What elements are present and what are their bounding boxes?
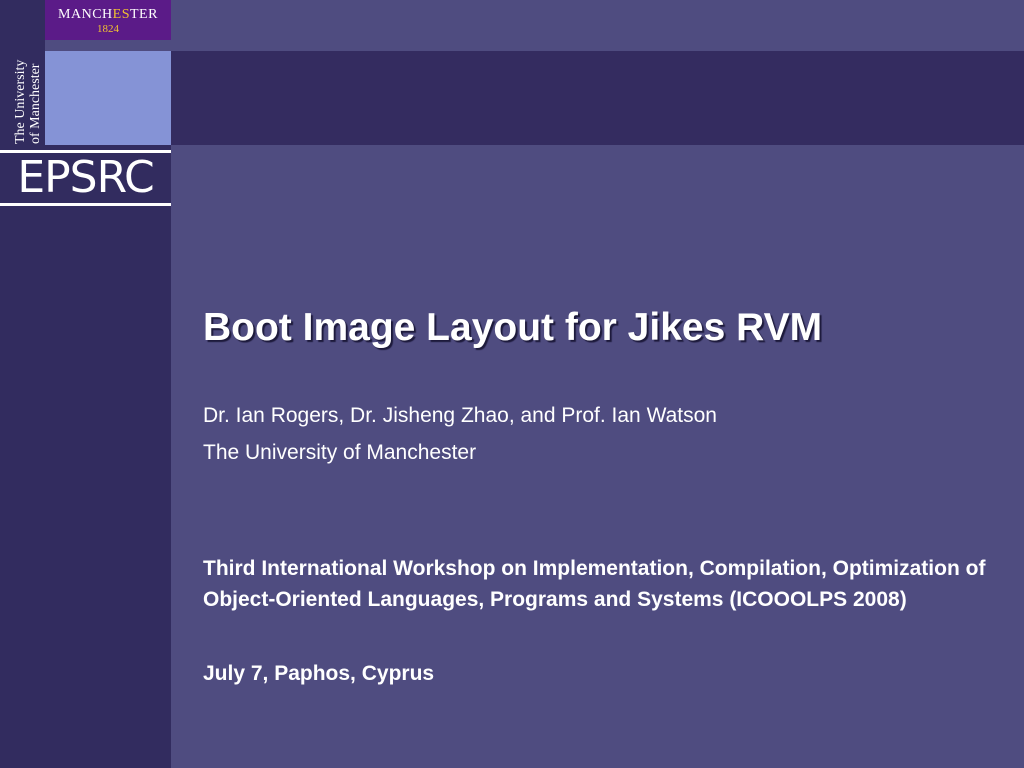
university-vertical-wordmark: The University of Manchester (8, 40, 44, 145)
header-band (171, 51, 1024, 145)
university-line2: of Manchester (28, 63, 43, 144)
epsrc-logo-text: EPSRC (17, 152, 154, 203)
workshop-name: Third International Workshop on Implemen… (203, 557, 986, 611)
manchester-logo-year: 1824 (97, 23, 119, 35)
date-and-place: July 7, Paphos, Cyprus (203, 662, 435, 685)
epsrc-logo: EPSRC (0, 150, 171, 210)
manchester-logo: MANCHESTER 1824 (45, 0, 171, 40)
slide: MANCHESTER 1824 The University of Manche… (0, 0, 1024, 768)
accent-block (45, 51, 171, 145)
university-line1: The University (13, 60, 28, 144)
slide-title: Boot Image Layout for Jikes RVM (203, 306, 823, 349)
affiliation: The University of Manchester (203, 441, 477, 464)
authors: Dr. Ian Rogers, Dr. Jisheng Zhao, and Pr… (203, 404, 717, 427)
manchester-logo-name: MANCHESTER (58, 7, 158, 22)
epsrc-logo-bottom-rule (0, 203, 171, 206)
